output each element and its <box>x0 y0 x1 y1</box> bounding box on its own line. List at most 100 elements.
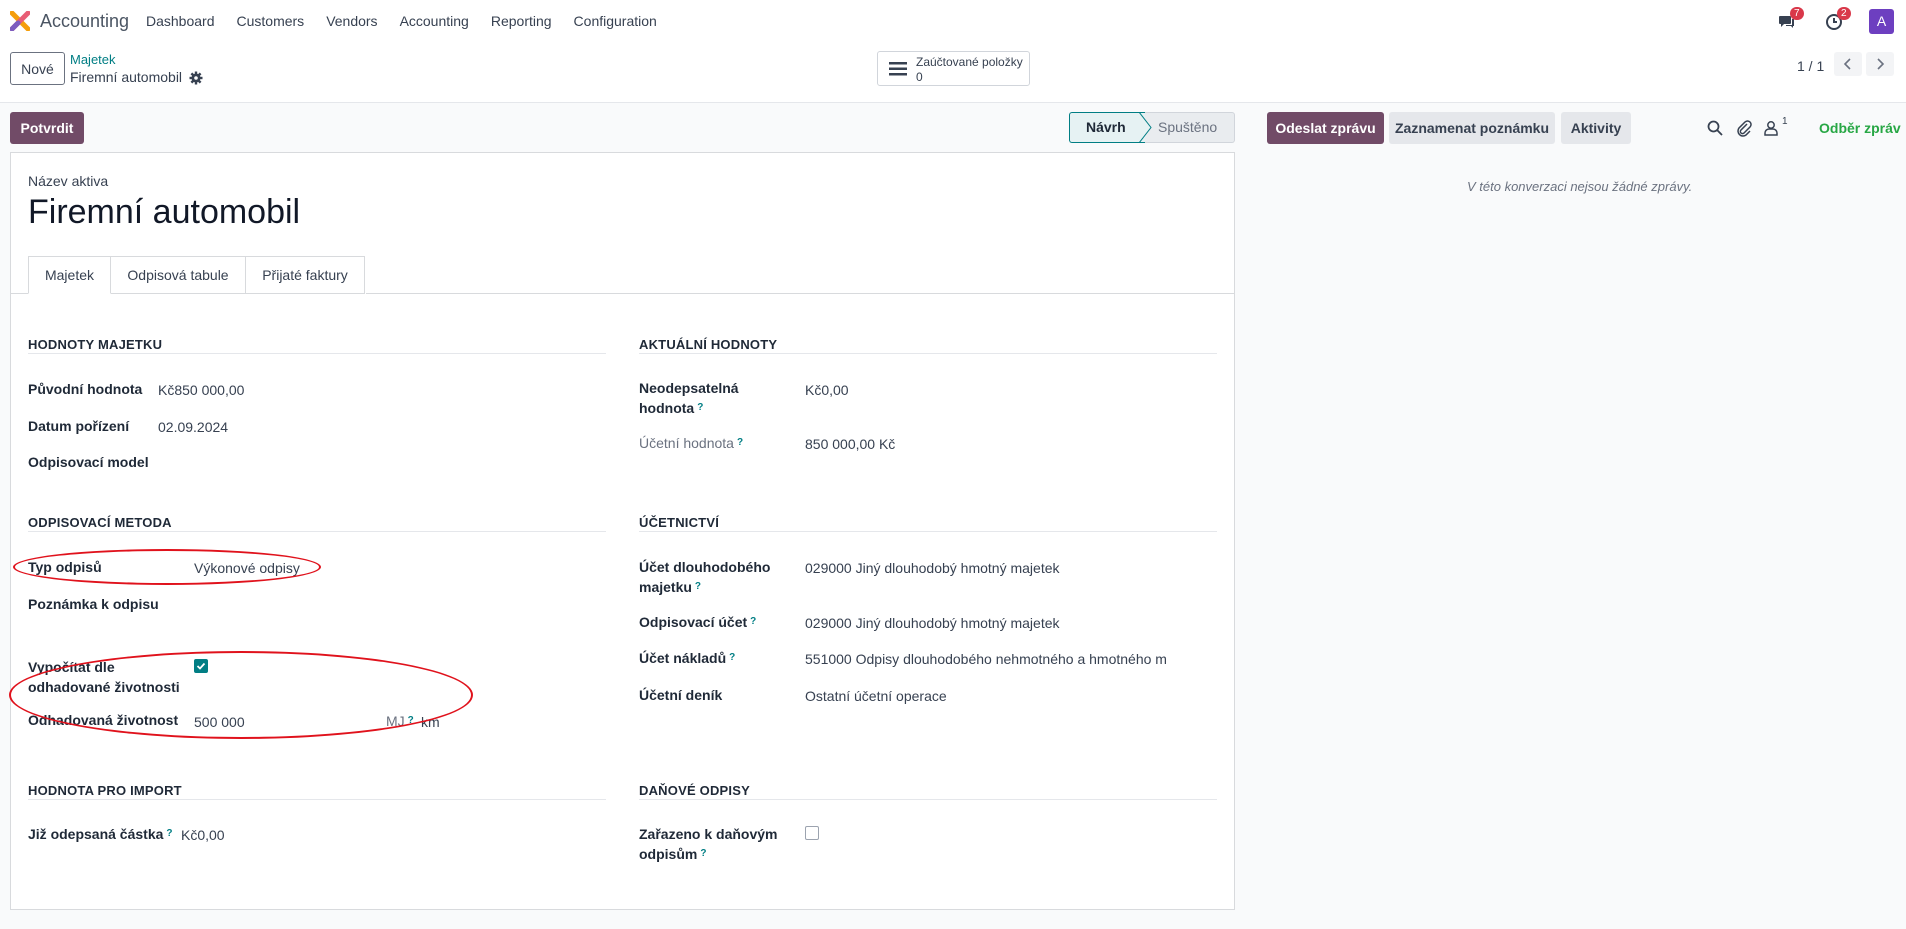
menu-item-customers[interactable]: Customers <box>237 13 305 29</box>
smart-button-value: 0 <box>916 70 923 84</box>
tax-included-label-line1: Zařazeno k daňovým <box>639 826 778 842</box>
asset-account-field[interactable]: 029000 Jiný dlouhodobý hmotný majetek <box>805 558 1060 578</box>
menu-item-reporting[interactable]: Reporting <box>491 13 552 29</box>
gear-icon[interactable] <box>189 71 203 85</box>
section-asset-values-title: Hodnoty majetku <box>28 337 163 352</box>
asset-name-field[interactable]: Firemní automobil <box>28 193 300 232</box>
section-import-value-title: Hodnota pro import <box>28 783 182 798</box>
depreciation-account-label: Odpisovací účet? <box>639 612 756 632</box>
menu-item-configuration[interactable]: Configuration <box>574 13 657 29</box>
section-tax-depreciation-title: Daňové odpisy <box>639 783 750 798</box>
section-divider <box>28 353 606 354</box>
status-step-running-label: Spuštěno <box>1158 119 1218 135</box>
book-value-field: 850 000,00 Kč <box>805 436 896 452</box>
depreciation-account-field[interactable]: 029000 Jiný dlouhodobý hmotný majetek <box>805 613 1060 633</box>
menu-item-vendors[interactable]: Vendors <box>326 13 377 29</box>
breadcrumb-current: Firemní automobil <box>70 69 183 85</box>
help-icon[interactable]: ? <box>695 581 701 592</box>
asset-account-label-text: majetku <box>639 579 692 595</box>
app-name[interactable]: Accounting <box>40 11 129 32</box>
asset-account-label-line2: majetku? <box>639 577 701 597</box>
tabs-divider-right <box>366 293 1234 294</box>
activities-button[interactable]: 2 <box>1825 7 1851 31</box>
depreciation-model-label: Odpisovací model <box>28 454 149 470</box>
already-depreciated-label: Již odepsaná částka? <box>28 824 173 844</box>
asset-name-label: Název aktiva <box>28 173 109 189</box>
tax-included-checkbox[interactable] <box>805 826 819 840</box>
non-depreciable-value-field[interactable]: Kč0,00 <box>805 380 849 400</box>
paperclip-icon[interactable] <box>1735 119 1753 137</box>
posted-entries-smart-button[interactable]: Zaúčtované položky 0 <box>877 51 1030 86</box>
help-icon[interactable]: ? <box>700 848 706 859</box>
tab-asset[interactable]: Majetek <box>28 256 111 294</box>
book-value-label-text: Účetní hodnota <box>639 435 734 451</box>
tabs-divider <box>11 293 28 294</box>
section-accounting-title: Účetnictví <box>639 515 719 530</box>
breadcrumb-parent[interactable]: Majetek <box>70 52 116 67</box>
annotation-ellipse-estimated-life <box>9 651 473 739</box>
already-depreciated-field[interactable]: Kč0,00 <box>181 825 225 845</box>
journal-label: Účetní deník <box>639 687 723 703</box>
log-note-button[interactable]: Zaznamenat poznámku <box>1389 112 1555 144</box>
accounting-app-icon[interactable] <box>10 11 30 31</box>
status-step-draft-label: Návrh <box>1086 119 1126 135</box>
help-icon[interactable]: ? <box>729 652 735 663</box>
section-divider <box>639 799 1217 800</box>
expense-account-label-text: Účet nákladů <box>639 650 727 666</box>
depreciation-account-label-text: Odpisovací účet <box>639 614 748 630</box>
section-divider <box>639 353 1217 354</box>
activities-badge: 2 <box>1837 7 1851 20</box>
messages-badge: 7 <box>1790 7 1804 20</box>
top-navbar: Accounting Dashboard Customers Vendors A… <box>0 0 1906 42</box>
pager-next-button[interactable] <box>1866 52 1894 76</box>
acquisition-date-label: Datum pořízení <box>28 418 130 434</box>
status-arrow-icon <box>1139 112 1152 143</box>
user-icon[interactable] <box>1762 119 1780 137</box>
form-tabs: Majetek Odpisová tabule Přijaté faktury <box>28 256 365 294</box>
confirm-button[interactable]: Potvrdit <box>10 112 84 144</box>
activities-button[interactable]: Aktivity <box>1561 112 1631 144</box>
journal-field[interactable]: Ostatní účetní operace <box>805 686 947 706</box>
search-icon[interactable] <box>1706 119 1724 137</box>
help-icon[interactable]: ? <box>697 402 703 413</box>
original-value-label: Původní hodnota <box>28 381 143 397</box>
help-icon[interactable]: ? <box>166 828 172 839</box>
pager-value[interactable]: 1 / 1 <box>1797 58 1824 74</box>
non-depreciable-label-line1: Neodepsatelná <box>639 380 739 396</box>
chevron-right-icon <box>1877 58 1885 70</box>
menu-item-dashboard[interactable]: Dashboard <box>146 13 215 29</box>
list-icon <box>889 62 907 76</box>
chevron-left-icon <box>1843 58 1851 70</box>
section-divider <box>639 531 1217 532</box>
status-step-draft[interactable]: Návrh <box>1069 112 1145 143</box>
tax-included-label-text: odpisům <box>639 846 698 862</box>
depreciation-note-label: Poznámka k odpisu <box>28 596 159 612</box>
user-avatar[interactable]: A <box>1869 9 1894 34</box>
send-message-button[interactable]: Odeslat zprávu <box>1267 112 1384 144</box>
non-depreciable-label-line2: hodnota? <box>639 398 703 418</box>
help-icon[interactable]: ? <box>737 437 743 448</box>
acquisition-date-field[interactable]: 02.09.2024 <box>158 417 228 437</box>
section-divider <box>28 531 606 532</box>
tab-depreciation-board[interactable]: Odpisová tabule <box>111 256 246 294</box>
section-divider <box>28 799 606 800</box>
tab-vendor-bills[interactable]: Přijaté faktury <box>246 256 365 294</box>
annotation-ellipse-depreciation-type <box>13 549 321 585</box>
followers-count: 1 <box>1782 116 1788 127</box>
smart-button-label: Zaúčtované položky <box>916 55 1023 69</box>
already-depreciated-label-text: Již odepsaná částka <box>28 826 164 842</box>
status-step-running[interactable]: Spuštěno <box>1145 112 1235 143</box>
follow-button[interactable]: Odběr zpráv <box>1819 120 1901 136</box>
control-panel: Nové Majetek Firemní automobil Zaúčtovan… <box>0 42 1906 103</box>
section-current-values-title: Aktuální hodnoty <box>639 337 778 352</box>
messages-button[interactable]: 7 <box>1778 7 1804 31</box>
form-sheet: Název aktiva Firemní automobil Majetek O… <box>10 152 1235 910</box>
expense-account-field[interactable]: 551000 Odpisy dlouhodobého nehmotného a … <box>805 649 1173 669</box>
asset-account-label-line1: Účet dlouhodobého <box>639 559 771 575</box>
original-value-field[interactable]: Kč850 000,00 <box>158 380 244 400</box>
pager-previous-button[interactable] <box>1834 52 1862 76</box>
menu-item-accounting[interactable]: Accounting <box>400 13 469 29</box>
help-icon[interactable]: ? <box>750 616 756 627</box>
new-button[interactable]: Nové <box>10 52 65 85</box>
non-depreciable-label-text: hodnota <box>639 400 695 416</box>
